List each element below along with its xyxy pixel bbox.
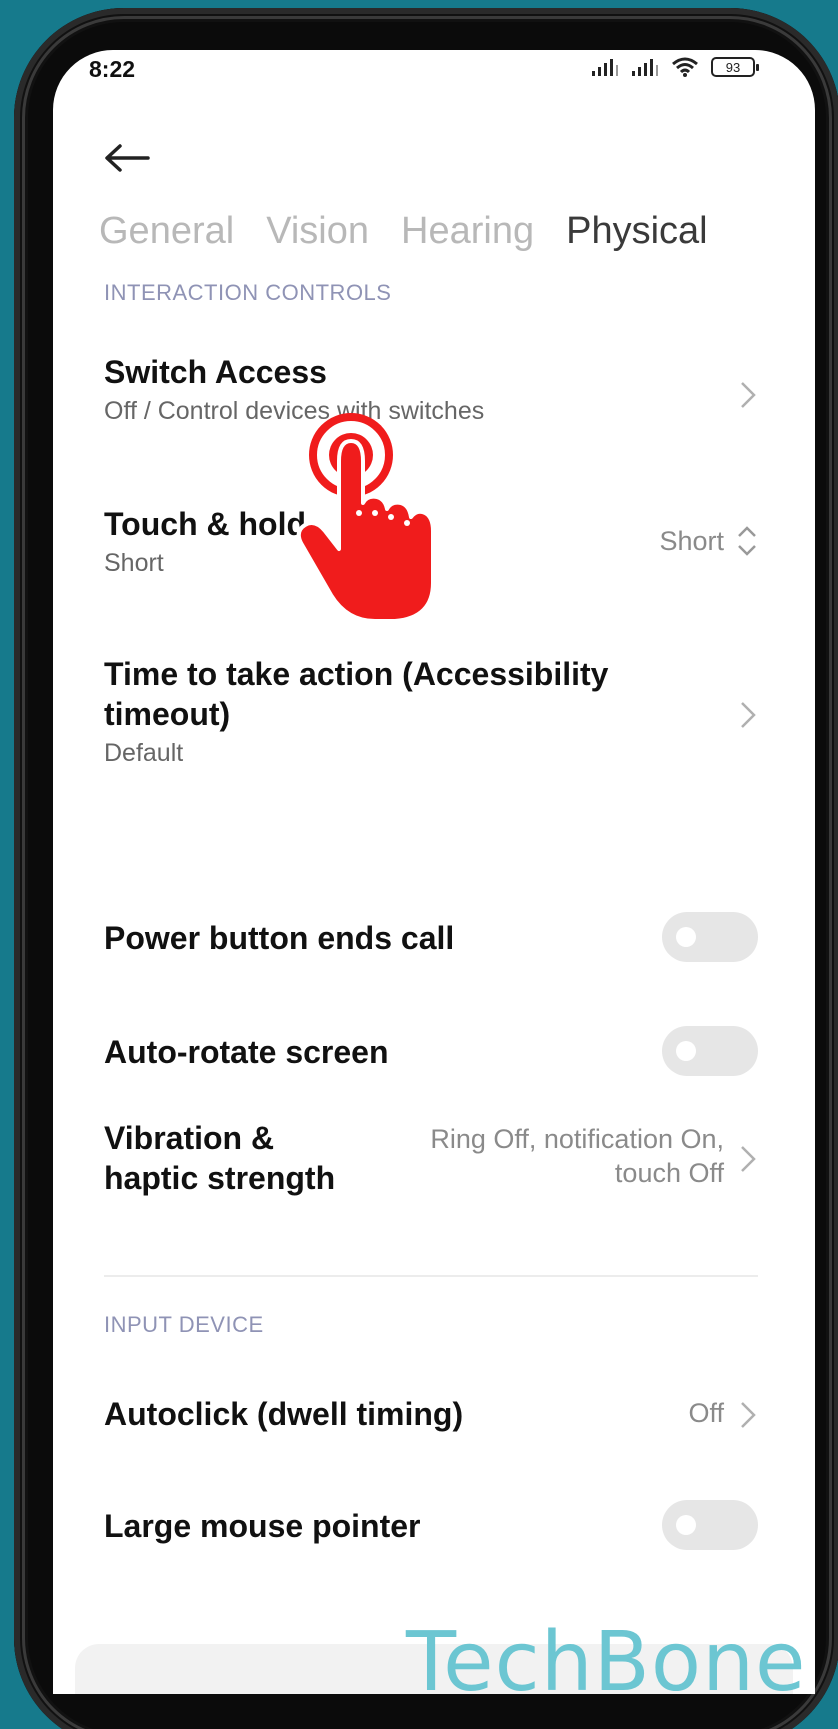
status-bar: 8:22 93 (53, 50, 815, 90)
chevron-up-down-icon (738, 526, 756, 556)
large-mouse-pointer-title: Large mouse pointer (104, 1508, 421, 1544)
chevron-right-icon (741, 702, 756, 728)
large-mouse-pointer-toggle[interactable] (662, 1500, 758, 1550)
vibration-value-line2: touch Off (614, 1158, 724, 1188)
chevron-right-icon (741, 1402, 756, 1428)
techbone-watermark: TechBone (406, 1615, 807, 1710)
large-mouse-pointer-row[interactable]: Large mouse pointer (104, 1500, 758, 1550)
time-to-take-action-title: Time to take action (Accessibility timeo… (104, 656, 609, 732)
tab-hearing[interactable]: Hearing (401, 210, 534, 253)
touch-hold-value: Short (659, 526, 724, 556)
autoclick-title: Autoclick (dwell timing) (104, 1396, 464, 1432)
power-button-ends-call-row[interactable]: Power button ends call (104, 912, 758, 962)
section-divider (104, 1275, 758, 1277)
power-button-ends-call-toggle[interactable] (662, 912, 758, 962)
vibration-haptic-value: Ring Off, notification On, touch Off (430, 1122, 724, 1190)
back-button[interactable] (99, 130, 155, 186)
vibration-haptic-row[interactable]: Vibration & haptic strength Ring Off, no… (104, 1118, 758, 1202)
tab-general[interactable]: General (99, 210, 234, 253)
category-tabs: General Vision Hearing Physical (99, 210, 708, 253)
chevron-right-icon (741, 1146, 756, 1172)
tap-hand-icon (296, 413, 435, 623)
vibration-value-line1: Ring Off, notification On, (430, 1124, 724, 1154)
back-arrow-icon (105, 144, 150, 172)
section-header-input-device: INPUT DEVICE (104, 1312, 264, 1337)
autoclick-row[interactable]: Autoclick (dwell timing) Off (104, 1390, 758, 1440)
section-header-interaction-controls: INTERACTION CONTROLS (104, 280, 392, 305)
time-to-take-action-subtitle: Default (104, 739, 184, 767)
signal-icon (592, 59, 618, 76)
phone-screen: 8:22 93 General Vision Hearing Physical … (53, 50, 815, 1694)
auto-rotate-screen-title: Auto-rotate screen (104, 1034, 389, 1070)
vibration-haptic-title: Vibration & haptic strength (104, 1120, 336, 1196)
wifi-icon (672, 57, 698, 77)
tab-vision[interactable]: Vision (266, 210, 369, 253)
chevron-right-icon (741, 382, 756, 408)
signal-icon-2 (632, 59, 658, 76)
switch-access-title: Switch Access (104, 354, 327, 390)
tab-physical[interactable]: Physical (566, 210, 708, 253)
status-icons: 93 (591, 56, 759, 78)
status-time: 8:22 (89, 56, 136, 82)
auto-rotate-screen-toggle[interactable] (662, 1026, 758, 1076)
power-button-ends-call-title: Power button ends call (104, 920, 455, 956)
autoclick-value: Off (688, 1398, 724, 1428)
battery-icon: 93 (711, 57, 759, 77)
time-to-take-action-row[interactable]: Time to take action (Accessibility timeo… (104, 654, 758, 774)
auto-rotate-screen-row[interactable]: Auto-rotate screen (104, 1026, 758, 1076)
